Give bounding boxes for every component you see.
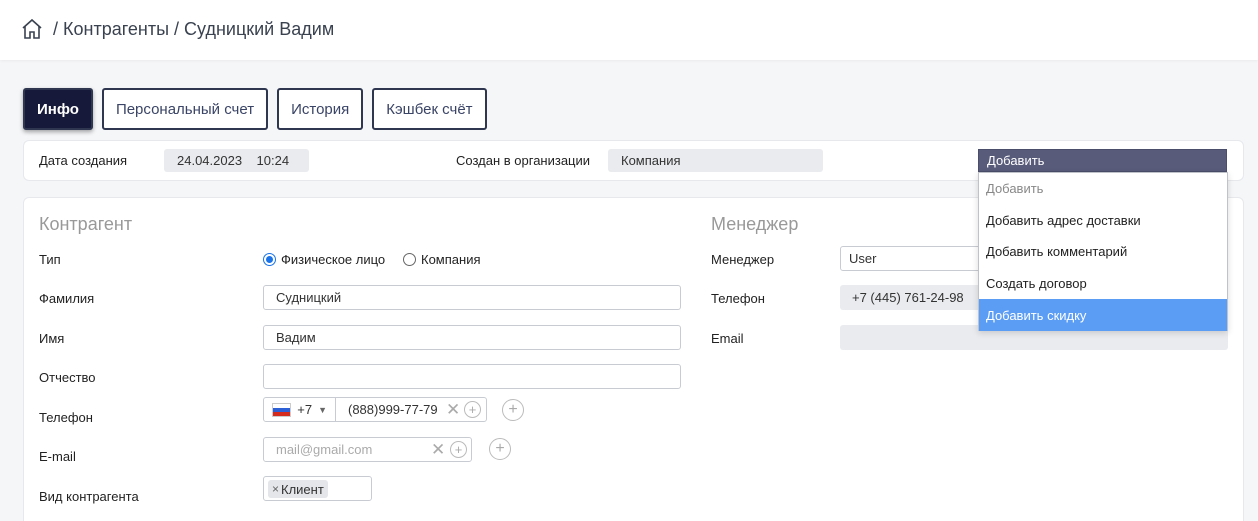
radio-checked-icon [263,253,276,266]
manager-select[interactable]: User [840,246,990,271]
tab-personal-account[interactable]: Персональный счет [101,88,269,130]
chevron-down-icon: ▼ [318,404,327,415]
manager-value: User [849,251,877,266]
clear-icon[interactable]: ✕ [431,441,445,458]
add-dropdown-button[interactable]: Добавить [978,149,1227,172]
firstname-label: Имя [39,331,65,346]
manager-section-title: Менеджер [711,214,799,234]
add-icon[interactable]: + [464,401,481,418]
menu-item-add-delivery-address[interactable]: Добавить адрес доставки [979,205,1227,237]
breadcrumb-sep: / [169,18,185,39]
breadcrumb-current: Судницкий Вадим [184,18,335,39]
manager-phone-value: +7 (445) 761-24-98 [840,285,990,310]
menu-item-add-comment[interactable]: Добавить комментарий [979,236,1227,268]
radio-unchecked-icon [403,253,416,266]
patronymic-input[interactable] [263,364,681,389]
contractor-section-title: Контрагент [39,214,133,234]
manager-label: Менеджер [711,252,775,267]
type-label: Тип [39,252,61,267]
menu-item-add-discount[interactable]: Добавить скидку [979,299,1227,331]
phone-label: Телефон [39,410,93,425]
created-org-label: Создан в организации [456,153,591,168]
tab-bar: Инфо Персональный счет История Кэшбек сч… [23,88,496,130]
country-code-select[interactable]: +7 ▼ [263,397,336,422]
manager-email-label: Email [711,331,744,346]
type-option-individual: Физическое лицо [281,252,386,267]
menu-item-create-contract[interactable]: Создать договор [979,268,1227,300]
type-radio-individual[interactable]: Физическое лицо [263,252,385,267]
breadcrumb-sep: / [48,18,64,39]
email-placeholder: mail@gmail.com [276,442,373,457]
russia-flag-icon [272,402,292,417]
firstname-input[interactable]: Вадим [263,325,681,350]
clear-icon[interactable]: ✕ [446,401,460,418]
top-header: / Контрагенты / Судницкий Вадим [0,0,1258,60]
created-date-value: 24.04.2023 10:24 [164,149,309,172]
patronymic-label: Отчество [39,370,96,385]
type-radio-company[interactable]: Компания [403,252,481,267]
add-dropdown-menu: Добавить Добавить адрес доставки Добавит… [978,172,1228,331]
menu-item-add[interactable]: Добавить [979,173,1227,205]
country-code-value: +7 [297,402,313,417]
created-date-label: Дата создания [39,153,128,168]
kind-tag-label: Клиент [281,481,324,497]
lastname-label: Фамилия [39,291,95,306]
remove-tag-icon[interactable]: × [272,482,279,496]
add-icon[interactable]: + [450,441,467,458]
breadcrumb: / Контрагенты / Судницкий Вадим [20,17,334,41]
contractor-kind-label: Вид контрагента [39,489,139,504]
type-option-company: Компания [421,252,481,267]
kind-tag: × Клиент [268,480,328,498]
lastname-input[interactable]: Судницкий [263,285,681,310]
email-label: E-mail [39,449,76,464]
breadcrumb-contractors[interactable]: Контрагенты [63,19,169,40]
add-email-button[interactable]: + [489,438,511,460]
tab-history[interactable]: История [277,88,364,130]
manager-phone-label: Телефон [711,291,765,306]
tab-info[interactable]: Инфо [23,88,93,130]
phone-value: (888)999-77-79 [348,402,438,417]
add-phone-button[interactable]: + [502,399,524,421]
tab-cashback-account[interactable]: Кэшбек счёт [372,88,487,130]
created-org-value: Компания [608,149,823,172]
home-icon[interactable] [20,17,44,41]
